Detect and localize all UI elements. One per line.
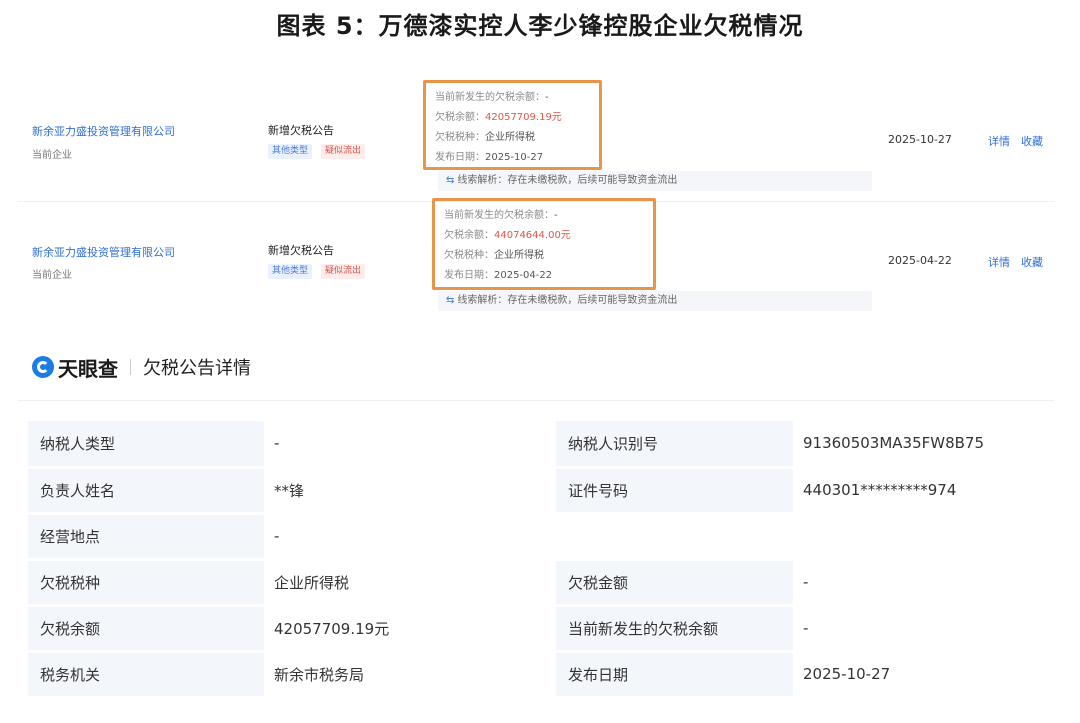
tax-record-row: 新余亚力盛投资管理有限公司 当前企业 新增欠税公告 其他类型 疑似流出 当前新发… (18, 80, 1054, 202)
company-link[interactable]: 新余亚力盛投资管理有限公司 (32, 123, 175, 139)
favorite-link[interactable]: 收藏 (1021, 254, 1043, 270)
field-label: 当前新发生的欠税余额 (556, 605, 793, 653)
field-label: 欠税余额 (28, 605, 264, 653)
detail-link[interactable]: 详情 (988, 254, 1010, 270)
field-value: 42057709.19元 (264, 605, 556, 653)
field-label: 欠税税种 (28, 559, 264, 607)
field-value: **锋 (264, 467, 556, 515)
new-balance-label: 当前新发生的欠税余额： (435, 92, 545, 103)
tax-record-row: 新余亚力盛投资管理有限公司 当前企业 新增欠税公告 其他类型 疑似流出 当前新发… (18, 198, 1054, 322)
tag-suspected-outflow: 疑似流出 (321, 264, 366, 279)
new-balance-value: - (554, 210, 558, 221)
table-row: 欠税余额 42057709.19元 当前新发生的欠税余额 - (28, 605, 1054, 653)
new-balance-value: - (545, 92, 549, 103)
field-value: - (793, 605, 1054, 653)
new-balance-label: 当前新发生的欠税余额： (444, 210, 554, 221)
table-row: 负责人姓名 **锋 证件号码 440301*********974 (28, 467, 1054, 515)
table-row: 经营地点 - (28, 513, 1054, 561)
tax-type-label: 欠税税种： (444, 250, 494, 261)
field-value: 440301*********974 (793, 467, 1054, 515)
clue-text: 存在未缴税款，后续可能导致资金流出 (507, 175, 678, 186)
clue-analysis: ⇆ 线索解析：存在未缴税款，后续可能导致资金流出 (438, 291, 872, 311)
company-link[interactable]: 新余亚力盛投资管理有限公司 (32, 244, 175, 260)
balance-label: 欠税余额： (435, 112, 485, 123)
clue-label: 线索解析： (457, 175, 508, 186)
clue-icon: ⇆ (446, 175, 455, 186)
figure-title: 图表 5：万德漆实控人李少锋控股企业欠税情况 (276, 12, 804, 40)
tianyancha-logo-icon (32, 356, 54, 378)
clue-label: 线索解析： (457, 295, 508, 306)
field-value: 新余市税务局 (264, 651, 556, 699)
field-label: 欠税金额 (556, 559, 793, 607)
tax-info-highlight: 当前新发生的欠税余额：- 欠税余额：44074644.00元 欠税税种：企业所得… (432, 198, 656, 290)
publish-date-value: 2025-10-27 (485, 152, 544, 163)
field-value: 91360503MA35FW8B75 (793, 421, 1054, 469)
brand-name: 天眼查 (58, 356, 118, 381)
field-value: 企业所得税 (264, 559, 556, 607)
tax-type-value: 企业所得税 (494, 250, 544, 261)
field-label: 证件号码 (556, 467, 793, 515)
company-role: 当前企业 (32, 150, 72, 161)
field-value: - (264, 513, 1054, 561)
field-label: 发布日期 (556, 651, 793, 699)
publish-date-label: 发布日期： (444, 270, 494, 281)
field-label: 税务机关 (28, 651, 264, 699)
announcement-type: 新增欠税公告 (268, 244, 334, 257)
balance-label: 欠税余额： (444, 230, 494, 241)
tax-type-value: 企业所得税 (485, 132, 535, 143)
record-date: 2025-04-22 (888, 254, 952, 267)
table-row: 纳税人类型 - 纳税人识别号 91360503MA35FW8B75 (28, 421, 1054, 469)
clue-analysis: ⇆ 线索解析：存在未缴税款，后续可能导致资金流出 (438, 171, 872, 191)
field-label: 经营地点 (28, 513, 264, 561)
tax-info-highlight: 当前新发生的欠税余额：- 欠税余额：42057709.19元 欠税税种：企业所得… (423, 80, 602, 170)
field-value: 2025-10-27 (793, 651, 1054, 699)
table-row: 欠税税种 企业所得税 欠税金额 - (28, 559, 1054, 607)
balance-value: 44074644.00元 (494, 230, 571, 241)
field-label: 负责人姓名 (28, 467, 264, 515)
detail-link[interactable]: 详情 (988, 133, 1010, 149)
field-label: 纳税人识别号 (556, 421, 793, 469)
favorite-link[interactable]: 收藏 (1021, 133, 1043, 149)
table-row: 税务机关 新余市税务局 发布日期 2025-10-27 (28, 651, 1054, 699)
clue-text: 存在未缴税款，后续可能导致资金流出 (507, 295, 678, 306)
field-value: - (793, 559, 1054, 607)
field-label: 纳税人类型 (28, 421, 264, 469)
publish-date-label: 发布日期： (435, 152, 485, 163)
record-date: 2025-10-27 (888, 133, 952, 146)
tax-detail-table: 纳税人类型 - 纳税人识别号 91360503MA35FW8B75 负责人姓名 … (28, 421, 1054, 699)
brand-header: 天眼查 欠税公告详情 (32, 352, 251, 382)
tag-suspected-outflow: 疑似流出 (321, 144, 366, 159)
balance-value: 42057709.19元 (485, 112, 562, 123)
clue-icon: ⇆ (446, 295, 455, 306)
divider (18, 400, 1054, 401)
tag-other-type: 其他类型 (268, 144, 313, 159)
brand-subtitle: 欠税公告详情 (143, 358, 251, 379)
field-value: - (264, 421, 556, 469)
tax-type-label: 欠税税种： (435, 132, 485, 143)
announcement-type: 新增欠税公告 (268, 124, 334, 137)
tag-other-type: 其他类型 (268, 264, 313, 279)
brand-divider (130, 359, 131, 375)
company-role: 当前企业 (32, 270, 72, 281)
publish-date-value: 2025-04-22 (494, 270, 553, 281)
